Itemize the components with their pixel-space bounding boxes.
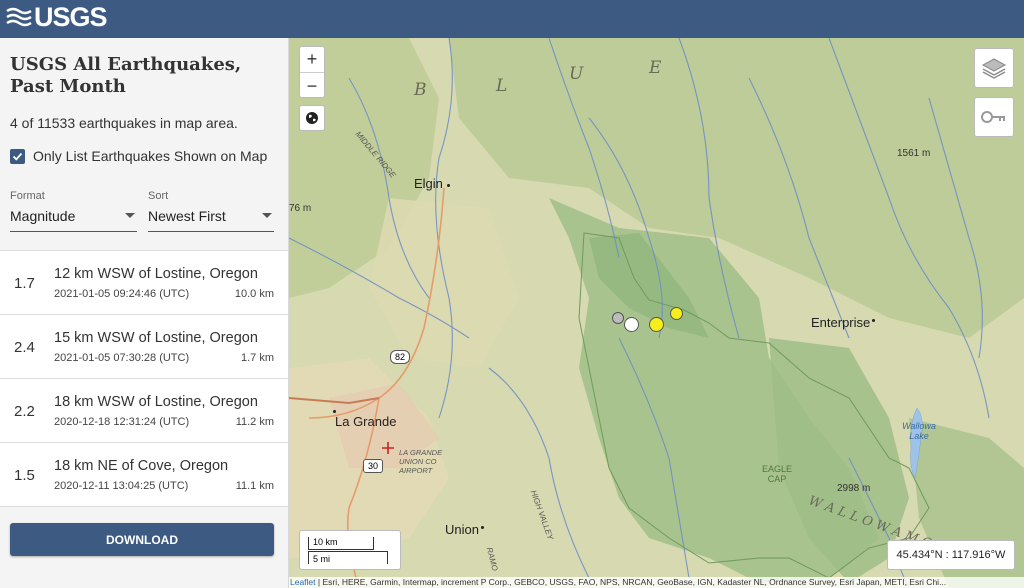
map-terrain (289, 38, 1024, 588)
timestamp: 2020-12-11 13:04:25 (UTC) (54, 480, 189, 492)
download-button[interactable]: DOWNLOAD (10, 523, 274, 556)
elevation-label: 2998 m (837, 483, 871, 494)
location: 12 km WSW of Lostine, Oregon (54, 266, 258, 282)
logo-text: USGS (34, 1, 108, 32)
map-view[interactable]: B L U E W A L L O W A M O V MIDDLE RIDGE… (289, 38, 1024, 588)
enterprise-dot (872, 319, 875, 322)
leaflet-link[interactable]: Leaflet (290, 577, 316, 587)
chevron-down-icon (262, 213, 272, 218)
attribution-text: | Esri, HERE, Garmin, Intermap, incremen… (315, 577, 947, 587)
format-select[interactable]: Magnitude (10, 206, 137, 232)
union-dot (481, 526, 484, 529)
highway-30-shield: 30 (363, 459, 383, 473)
globe-button[interactable] (299, 105, 325, 131)
place-la-grande: La Grande (335, 414, 397, 429)
page-title: USGS All Earthquakes, Past Month (10, 54, 242, 97)
earthquake-marker[interactable] (649, 317, 664, 332)
map-attribution: Leaflet | Esri, HERE, Garmin, Intermap, … (289, 577, 1024, 588)
location: 18 km WSW of Lostine, Oregon (54, 394, 258, 410)
earthquake-marker[interactable] (670, 307, 683, 320)
timestamp: 2021-01-05 09:24:46 (UTC) (54, 288, 190, 300)
magnitude: 1.5 (14, 467, 35, 484)
earthquake-marker[interactable] (612, 312, 624, 324)
list-item[interactable]: 2.4 15 km WSW of Lostine, Oregon 2021-01… (0, 315, 288, 379)
place-union: Union (445, 522, 479, 537)
earthquake-marker[interactable] (624, 317, 639, 332)
ridge-letter-e: E (649, 58, 662, 78)
usgs-logo[interactable]: USGS (6, 1, 108, 32)
highway-82-shield: 82 (390, 350, 410, 364)
timestamp: 2021-01-05 07:30:28 (UTC) (54, 352, 190, 364)
earthquake-count: 4 of 11533 earthquakes in map area. (10, 115, 238, 131)
app-root: USGS USGS All Earthquakes, Past Month 4 … (0, 0, 1024, 588)
only-list-label: Only List Earthquakes Shown on Map (33, 148, 268, 164)
ridge-letter-l: L (496, 76, 508, 96)
legend-button[interactable] (974, 97, 1014, 137)
depth: 1.7 km (240, 352, 274, 364)
sort-value: Newest First (148, 208, 226, 224)
magnitude: 1.7 (14, 275, 35, 292)
scale-km: 10 km (308, 537, 374, 550)
format-label: Format (10, 190, 45, 202)
only-list-checkbox[interactable] (10, 148, 25, 164)
depth: 10.0 km (234, 288, 274, 300)
chevron-down-icon (125, 213, 135, 218)
wallowa-lake-label: Wallowa Lake (902, 421, 936, 441)
magnitude: 2.4 (14, 339, 35, 356)
globe-icon (306, 112, 318, 124)
location: 18 km NE of Cove, Oregon (54, 458, 229, 474)
la-grande-dot (333, 410, 336, 413)
earthquake-list: 1.7 12 km WSW of Lostine, Oregon 2021-01… (0, 250, 288, 507)
zoom-in-button[interactable]: + (300, 47, 324, 73)
header-bar: USGS (0, 0, 1024, 38)
only-list-toggle[interactable]: Only List Earthquakes Shown on Map (10, 148, 267, 164)
list-item[interactable]: 1.5 18 km NE of Cove, Oregon 2020-12-11 … (0, 443, 288, 507)
sidebar: USGS All Earthquakes, Past Month 4 of 11… (0, 38, 289, 588)
check-icon (12, 152, 23, 161)
map-scale: 10 km 5 mi (299, 530, 401, 570)
elevation-label: 76 m (289, 203, 312, 214)
ridge-letter-u: U (569, 64, 584, 84)
elevation-label: 1561 m (897, 148, 931, 159)
sort-select[interactable]: Newest First (148, 206, 274, 232)
list-item[interactable]: 1.7 12 km WSW of Lostine, Oregon 2021-01… (0, 251, 288, 315)
coordinates-readout: 45.434°N : 117.916°W (887, 540, 1015, 570)
layers-icon (981, 58, 1007, 79)
layers-button[interactable] (974, 48, 1014, 88)
place-enterprise: Enterprise (811, 315, 871, 330)
depth: 11.2 km (235, 416, 274, 428)
sort-label: Sort (148, 190, 169, 202)
place-elgin: Elgin (414, 176, 443, 191)
zoom-control: + − (299, 46, 325, 98)
location: 15 km WSW of Lostine, Oregon (54, 330, 258, 346)
usgs-wave-icon (6, 7, 32, 27)
zoom-out-button[interactable]: − (300, 73, 324, 99)
ridge-letter-b: B (414, 80, 427, 100)
magnitude: 2.2 (14, 403, 35, 420)
list-item[interactable]: 2.2 18 km WSW of Lostine, Oregon 2020-12… (0, 379, 288, 443)
timestamp: 2020-12-18 12:31:24 (UTC) (54, 416, 190, 428)
eagle-cap-label: EAGLE CAP (761, 464, 792, 484)
scale-mi: 5 mi (308, 551, 388, 564)
airport-label: LA GRANDE UNION CO AIRPORT (399, 448, 443, 475)
airport-icon (382, 442, 394, 454)
format-value: Magnitude (10, 208, 76, 224)
depth: 11.1 km (235, 480, 274, 492)
key-icon (981, 111, 1005, 123)
elgin-dot (447, 184, 450, 187)
